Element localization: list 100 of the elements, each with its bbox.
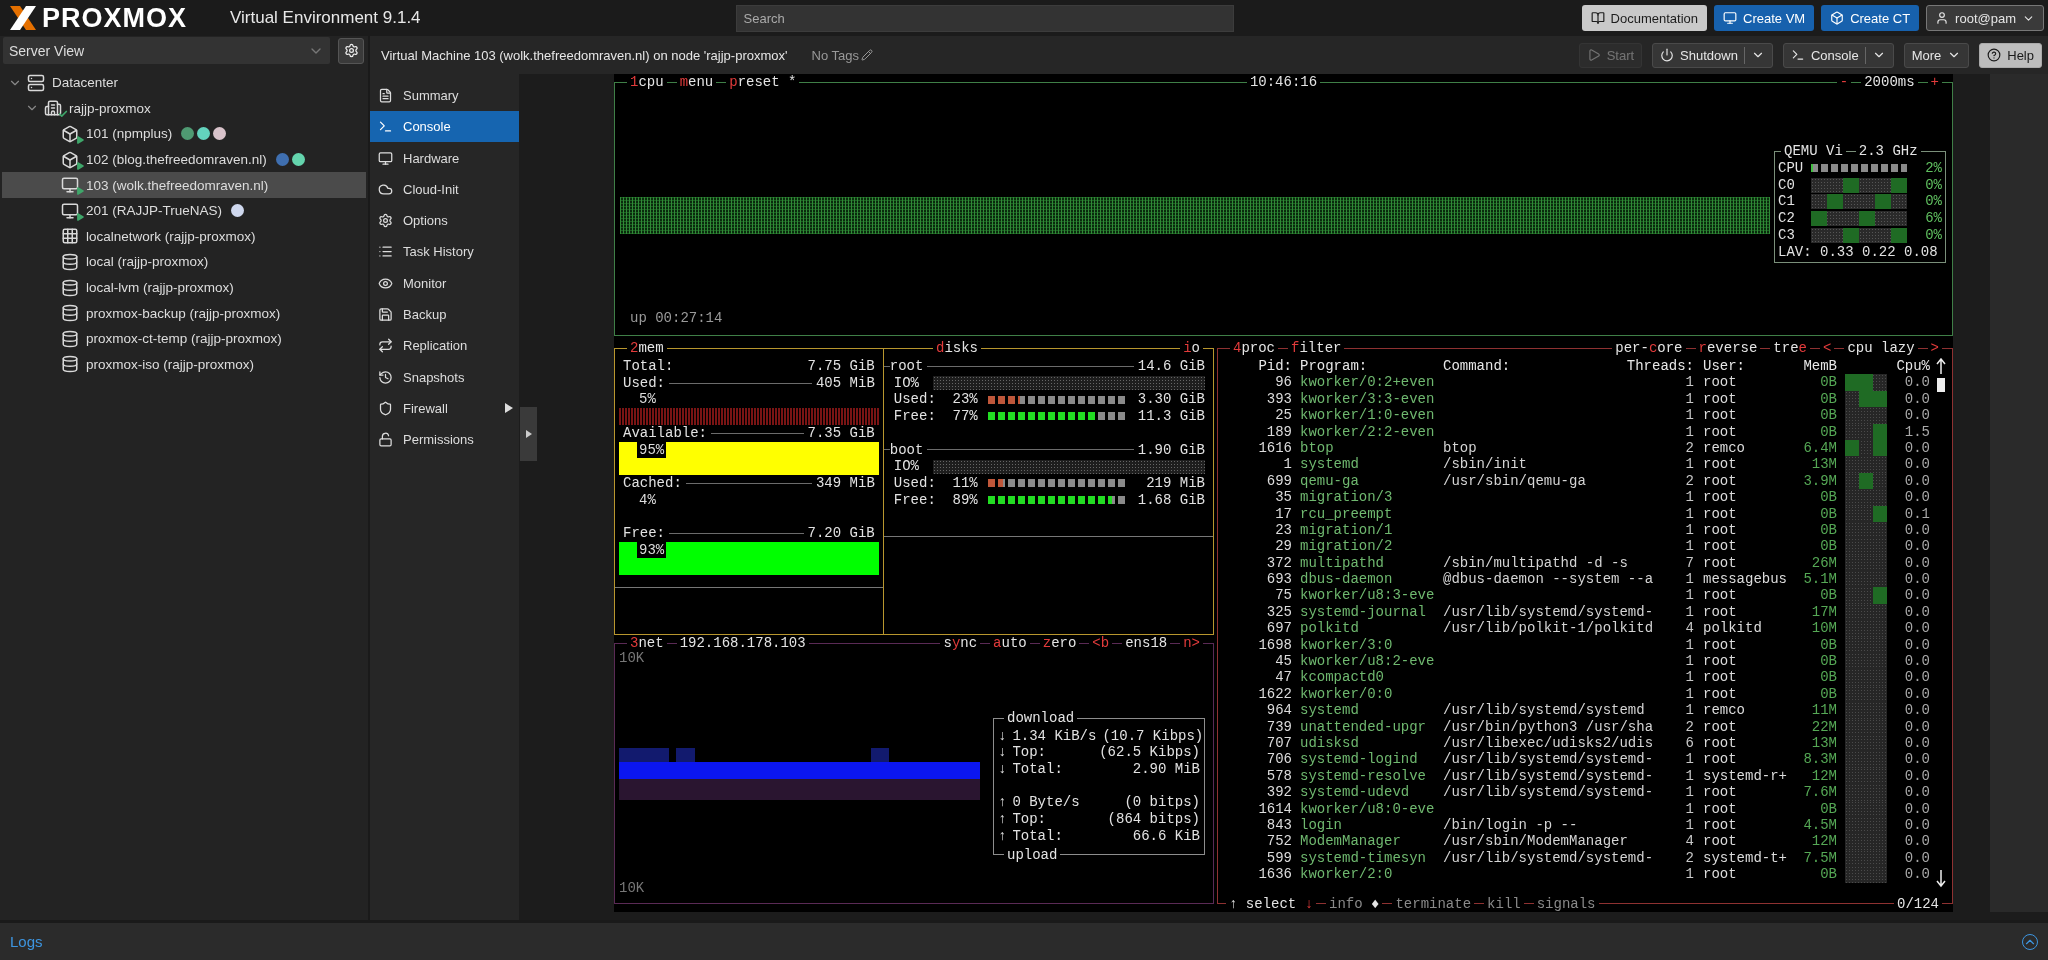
- toolbar-button[interactable]: Shutdown: [1652, 42, 1773, 68]
- user-cell-text: remco: [1703, 439, 1746, 457]
- user-menu-button[interactable]: root@pam: [1926, 5, 2044, 31]
- footer-command: signals: [1536, 896, 1596, 912]
- program-cell-text: kworker/3:0: [1300, 636, 1394, 654]
- tree-item[interactable]: proxmox-backup (rajjp-proxmox): [2, 300, 366, 326]
- view-select[interactable]: Server View: [3, 37, 330, 64]
- column-header[interactable]: Program:: [1300, 358, 1443, 375]
- nav-item[interactable]: Console: [370, 111, 519, 143]
- user-cell-text: messagebus: [1703, 571, 1788, 588]
- memory-cell-text: 0B: [1819, 866, 1837, 883]
- tags-edit-link[interactable]: No Tags: [811, 47, 873, 63]
- threads-cell-text: 1: [1684, 636, 1694, 654]
- io-label: IO%: [893, 374, 919, 392]
- pid-cell-text: 29: [1274, 538, 1292, 555]
- tree-item[interactable]: 101 (npmplus): [2, 121, 366, 147]
- hotkey: ↓: [1304, 896, 1314, 912]
- brand-name: PROXMOX: [42, 2, 188, 34]
- tree-item[interactable]: rajjp-proxmox: [2, 95, 366, 122]
- tree-item[interactable]: 102 (blog.thefreedomraven.nl): [2, 146, 366, 173]
- nav-item[interactable]: Options: [370, 205, 519, 237]
- nav-item[interactable]: Permissions: [370, 424, 519, 456]
- nav-item[interactable]: Backup: [370, 299, 519, 331]
- memory-cell-text: 6.4M: [1802, 439, 1837, 457]
- pid-cell-text: 964: [1265, 702, 1292, 719]
- disk-value: 219 MiB: [1146, 474, 1205, 492]
- terminal-screen[interactable]: [614, 74, 1953, 912]
- threads-cell-text: 1: [1684, 571, 1694, 588]
- header-button[interactable]: Create CT: [1821, 5, 1920, 31]
- program-cell-text: login: [1300, 816, 1343, 834]
- column-header[interactable]: Threads:: [1623, 358, 1694, 375]
- program-cell-text: rcu_preempt: [1300, 505, 1394, 522]
- search-field[interactable]: Search: [735, 4, 1234, 32]
- hotkey: e: [1798, 340, 1807, 356]
- tree-item[interactable]: 103 (wolk.thefreedomraven.nl): [2, 172, 366, 198]
- threads-cell-text: 1: [1684, 767, 1694, 785]
- nav-item[interactable]: Snapshots: [370, 361, 519, 393]
- footer-command: terminate: [1395, 896, 1472, 912]
- column-header[interactable]: Cpu%: [1887, 358, 1930, 375]
- tree-item[interactable]: proxmox-iso (rajjp-proxmox): [2, 351, 366, 378]
- help-icon: [1987, 48, 2002, 62]
- user-cell-text: root: [1703, 653, 1738, 670]
- command-cell-text: /usr/sbin/qemu-ga: [1443, 472, 1587, 490]
- toolbar-button[interactable]: More: [1903, 42, 1970, 68]
- pencil-icon: [860, 49, 873, 61]
- tree-item[interactable]: local-lvm (rajjp-proxmox): [2, 274, 366, 301]
- pid-cell-text: 699: [1265, 472, 1292, 490]
- nav-item[interactable]: Monitor: [370, 267, 519, 299]
- memory-cell-text: 0B: [1819, 685, 1837, 703]
- logs-title[interactable]: Logs: [10, 933, 43, 950]
- user-cell-text: root: [1703, 489, 1738, 506]
- column-header[interactable]: Pid:: [1218, 358, 1292, 375]
- program-cell-text: kworker/0:0: [1300, 685, 1394, 703]
- header-button[interactable]: Create VM: [1714, 5, 1815, 31]
- scrollbar-drawing[interactable]: [1936, 358, 1946, 888]
- tree-item[interactable]: localnetwork (rajjp-proxmox): [2, 223, 366, 250]
- threads-cell-text: 1: [1684, 390, 1694, 408]
- toolbar-button[interactable]: Help: [1979, 42, 2042, 68]
- pid-cell-text: 1614: [1257, 800, 1292, 817]
- threads-cell-text: 2: [1684, 472, 1694, 490]
- program-cell-text: kworker/2:0: [1300, 866, 1394, 883]
- monitor-icon: [1723, 11, 1737, 25]
- user-cell-text: root: [1703, 735, 1738, 752]
- tree-item[interactable]: 201 (RAJJP-TrueNAS): [2, 197, 366, 224]
- tree-item[interactable]: Datacenter: [2, 70, 366, 96]
- settings-button[interactable]: [338, 37, 364, 64]
- command-cell-text: /usr/lib/systemd/systemd-: [1443, 751, 1655, 768]
- toolbar-button[interactable]: Console: [1782, 42, 1894, 68]
- io-label: IO%: [893, 458, 919, 475]
- user-cell-text: root: [1703, 407, 1738, 424]
- nav-item[interactable]: Firewall: [370, 392, 519, 424]
- threads-cell-text: 7: [1684, 554, 1694, 572]
- tree-item[interactable]: local (rajjp-proxmox): [2, 249, 366, 275]
- hotkey: -: [1839, 74, 1849, 90]
- nav-item[interactable]: Summary: [370, 80, 519, 111]
- header-button[interactable]: Documentation: [1581, 5, 1707, 31]
- memory-cell-text: 11M: [1810, 702, 1837, 719]
- command-cell-text: /sbin/multipathd -d -s: [1443, 554, 1629, 572]
- nav-item[interactable]: Hardware: [370, 142, 519, 174]
- program-cell-text: migration/2: [1300, 538, 1394, 555]
- column-header[interactable]: User:: [1703, 358, 1798, 375]
- cpu-cell-text: 0.0: [1903, 784, 1930, 801]
- pid-cell-text: 1616: [1257, 439, 1292, 457]
- nav-item[interactable]: Replication: [370, 330, 519, 362]
- cpu-cell-text: 0.0: [1903, 587, 1930, 604]
- collapse-handle[interactable]: [520, 407, 537, 461]
- core-usage: 0%: [1925, 226, 1942, 244]
- pid-cell-text: 25: [1274, 407, 1292, 424]
- core-label: CPU: [1778, 160, 1805, 177]
- command-cell-text: /usr/libexec/udisks2/udis: [1443, 735, 1655, 752]
- tree-item[interactable]: proxmox-ct-temp (rajjp-proxmox): [2, 325, 366, 352]
- pid-cell-text: 599: [1265, 849, 1292, 867]
- memory-label: Free:: [623, 525, 665, 542]
- pid-cell-text: 325: [1265, 603, 1292, 621]
- up-arrow: ↑: [998, 794, 1007, 812]
- column-header[interactable]: MemB: [1798, 358, 1837, 375]
- nav-item[interactable]: Task History: [370, 236, 519, 268]
- column-header[interactable]: Command:: [1443, 358, 1623, 375]
- user-cell-text: root: [1703, 636, 1738, 654]
- nav-item[interactable]: Cloud-Init: [370, 173, 519, 205]
